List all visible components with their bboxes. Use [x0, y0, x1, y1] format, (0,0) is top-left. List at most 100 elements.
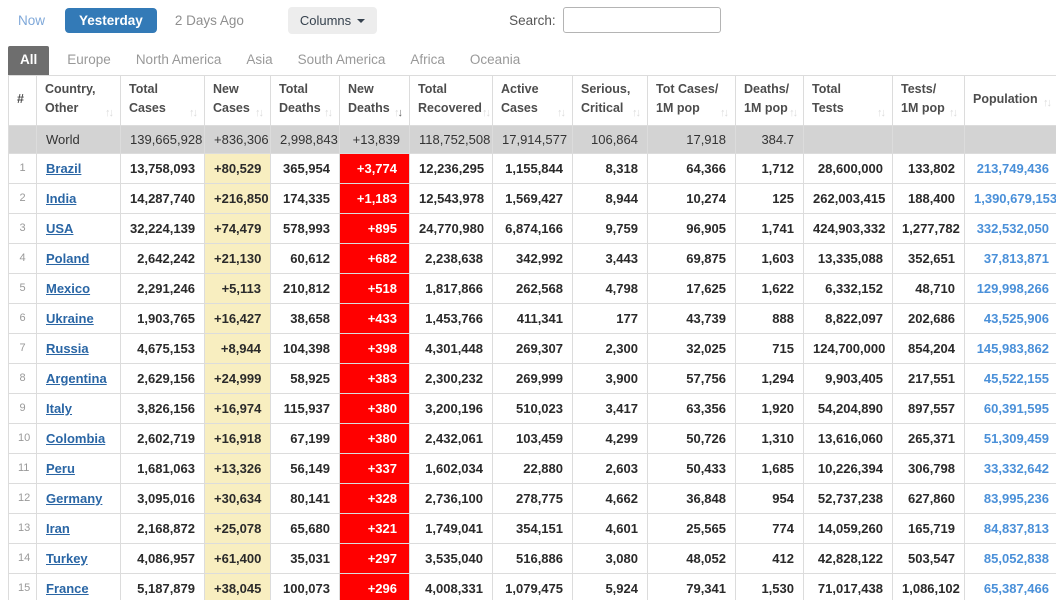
cell-cases_per_1m: 17,918 — [648, 125, 736, 153]
population-link[interactable]: 33,332,642 — [984, 461, 1049, 476]
population-link[interactable]: 83,995,236 — [984, 491, 1049, 506]
cell-tests_per_1m: 1,086,102 — [893, 573, 965, 600]
country-link[interactable]: Mexico — [46, 281, 90, 296]
cell-deaths_per_1m: 1,622 — [736, 273, 804, 303]
tab-europe[interactable]: Europe — [67, 52, 111, 75]
cell-new_cases: +38,045 — [205, 573, 271, 600]
col-header-active_cases[interactable]: ActiveCases↑↓ — [493, 76, 573, 126]
sort-arrows-icon: ↑↓ — [949, 107, 958, 119]
col-header-total_cases[interactable]: TotalCases↑↓ — [121, 76, 205, 126]
population-link[interactable]: 37,813,871 — [984, 251, 1049, 266]
cell-new_deaths: +682 — [340, 243, 410, 273]
columns-dropdown-button[interactable]: Columns — [288, 7, 377, 34]
cell-country: Russia — [37, 333, 121, 363]
cell-rank — [9, 125, 37, 153]
cell-serious_critical: 3,443 — [573, 243, 648, 273]
tab-africa[interactable]: Africa — [410, 52, 445, 75]
tab-south-america[interactable]: South America — [298, 52, 386, 75]
cell-total_deaths: 65,680 — [271, 513, 340, 543]
tab-north-america[interactable]: North America — [136, 52, 222, 75]
population-link[interactable]: 1,390,679,153 — [974, 191, 1056, 206]
cell-total_recovered: 4,301,448 — [410, 333, 493, 363]
col-header-label: TotalDeaths — [279, 80, 321, 119]
country-link[interactable]: India — [46, 191, 76, 206]
cell-new_cases: +836,306 — [205, 125, 271, 153]
population-link[interactable]: 51,309,459 — [984, 431, 1049, 446]
two-days-ago-button[interactable]: 2 Days Ago — [175, 13, 244, 28]
col-header-label: TotalTests — [812, 80, 844, 119]
population-link[interactable]: 84,837,813 — [984, 521, 1049, 536]
cell-total_deaths: 210,812 — [271, 273, 340, 303]
cell-deaths_per_1m: 774 — [736, 513, 804, 543]
cell-deaths_per_1m: 125 — [736, 183, 804, 213]
cell-serious_critical: 177 — [573, 303, 648, 333]
cell-country: Germany — [37, 483, 121, 513]
cell-population: 43,525,906 — [965, 303, 1056, 333]
cell-new_deaths: +1,183 — [340, 183, 410, 213]
col-header-label: Tot Cases/1M pop — [656, 80, 718, 119]
col-header-total_recovered[interactable]: TotalRecovered↑↓ — [410, 76, 493, 126]
cell-country: World — [37, 125, 121, 153]
col-header-deaths_per_1m[interactable]: Deaths/1M pop↑↓ — [736, 76, 804, 126]
country-link[interactable]: Argentina — [46, 371, 107, 386]
country-link[interactable]: Brazil — [46, 161, 81, 176]
cell-cases_per_1m: 96,905 — [648, 213, 736, 243]
col-header-serious_critical[interactable]: Serious,Critical↑↓ — [573, 76, 648, 126]
country-link[interactable]: Colombia — [46, 431, 105, 446]
country-link[interactable]: Poland — [46, 251, 89, 266]
col-header-country[interactable]: Country,Other↑↓ — [37, 76, 121, 126]
country-link[interactable]: Ukraine — [46, 311, 94, 326]
cell-total_cases: 2,168,872 — [121, 513, 205, 543]
cell-new_cases: +216,850 — [205, 183, 271, 213]
population-link[interactable]: 332,532,050 — [977, 221, 1049, 236]
col-header-total_deaths[interactable]: TotalDeaths↑↓ — [271, 76, 340, 126]
tab-asia[interactable]: Asia — [246, 52, 272, 75]
country-link[interactable]: Russia — [46, 341, 89, 356]
population-link[interactable]: 213,749,436 — [977, 161, 1049, 176]
country-link[interactable]: France — [46, 581, 89, 596]
cell-rank: 5 — [9, 273, 37, 303]
yesterday-button[interactable]: Yesterday — [65, 8, 157, 33]
cell-new_deaths: +383 — [340, 363, 410, 393]
toolbar: Now Yesterday 2 Days Ago Columns Search: — [0, 0, 1056, 40]
cell-total_cases: 32,224,139 — [121, 213, 205, 243]
tab-all[interactable]: All — [8, 46, 49, 75]
population-link[interactable]: 85,052,838 — [984, 551, 1049, 566]
now-button[interactable]: Now — [18, 13, 45, 28]
cell-population: 85,052,838 — [965, 543, 1056, 573]
cell-total_cases: 14,287,740 — [121, 183, 205, 213]
col-header-label: Country,Other — [45, 80, 95, 119]
population-link[interactable]: 145,983,862 — [977, 341, 1049, 356]
col-header-tests_per_1m[interactable]: Tests/1M pop↑↓ — [893, 76, 965, 126]
col-header-new_deaths[interactable]: NewDeaths↑↓ — [340, 76, 410, 126]
population-link[interactable]: 60,391,595 — [984, 401, 1049, 416]
col-header-cases_per_1m[interactable]: Tot Cases/1M pop↑↓ — [648, 76, 736, 126]
population-link[interactable]: 65,387,466 — [984, 581, 1049, 596]
cell-country: India — [37, 183, 121, 213]
population-link[interactable]: 43,525,906 — [984, 311, 1049, 326]
country-link[interactable]: USA — [46, 221, 73, 236]
search-input[interactable] — [563, 7, 721, 33]
country-link[interactable]: Turkey — [46, 551, 88, 566]
population-link[interactable]: 129,998,266 — [977, 281, 1049, 296]
tab-oceania[interactable]: Oceania — [470, 52, 520, 75]
population-link[interactable]: 45,522,155 — [984, 371, 1049, 386]
cell-total_tests: 424,903,332 — [804, 213, 893, 243]
country-link[interactable]: Iran — [46, 521, 70, 536]
continent-tabs: All Europe North America Asia South America A… — [0, 40, 1056, 75]
country-link[interactable]: Germany — [46, 491, 102, 506]
country-row: 2India14,287,740+216,850174,335+1,18312,… — [9, 183, 1056, 213]
cell-tests_per_1m — [893, 125, 965, 153]
col-header-new_cases[interactable]: NewCases↑↓ — [205, 76, 271, 126]
col-header-total_tests[interactable]: TotalTests↑↓ — [804, 76, 893, 126]
cell-tests_per_1m: 627,860 — [893, 483, 965, 513]
sort-arrows-icon: ↑↓ — [557, 107, 566, 119]
country-link[interactable]: Italy — [46, 401, 72, 416]
country-link[interactable]: Peru — [46, 461, 75, 476]
col-header-population[interactable]: Population↑↓ — [965, 76, 1056, 126]
cell-tests_per_1m: 897,557 — [893, 393, 965, 423]
country-row: 11Peru1,681,063+13,32656,149+3371,602,03… — [9, 453, 1056, 483]
cell-new_deaths: +296 — [340, 573, 410, 600]
cell-total_recovered: 12,236,295 — [410, 153, 493, 183]
cell-new_deaths: +433 — [340, 303, 410, 333]
